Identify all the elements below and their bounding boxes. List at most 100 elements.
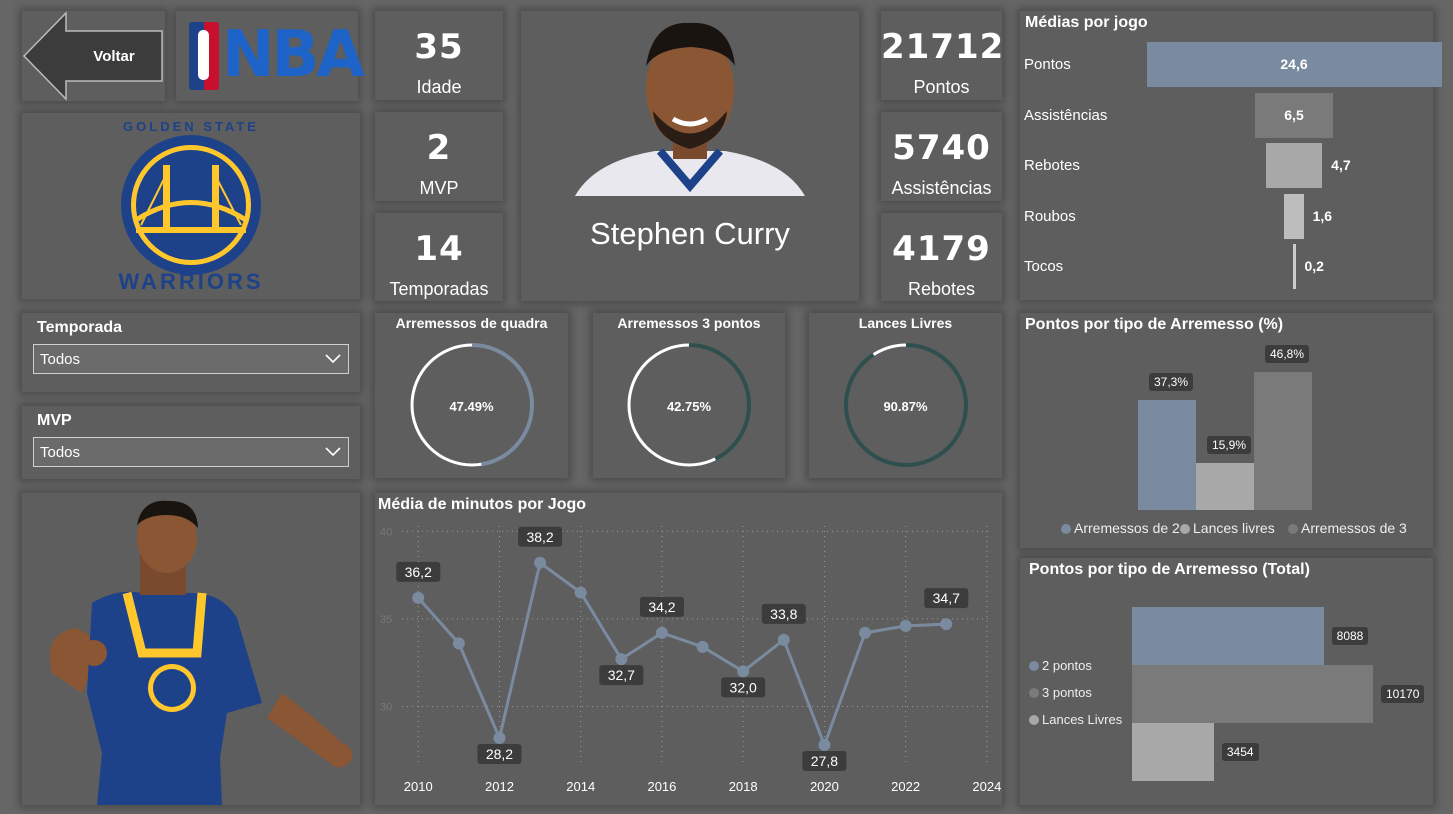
totals-legend-item-0: 2 pontos [1029, 658, 1092, 673]
mvp-filter-card: MVP Todos [22, 406, 360, 479]
kpi-rebounds-label: Rebotes [907, 279, 976, 299]
totals-legend-item-1: 3 pontos [1029, 685, 1092, 700]
gauge-field-goals-value: 47.49% [449, 399, 494, 414]
pct-legend-item-0: Arremessos de 2 [1061, 520, 1180, 536]
kpi-age-label: Idade [416, 77, 462, 97]
avg-label-3: Roubos [1024, 207, 1076, 225]
legend-label: Lances livres [1193, 520, 1275, 536]
kpi-points-label: Pontos [913, 77, 970, 97]
pct-bar-label-0: 37,3% [1149, 373, 1194, 391]
data-label: 27,8 [811, 753, 838, 769]
data-label: 34,7 [933, 590, 960, 606]
gauge-field-goals-title: Arremessos de quadra [395, 315, 548, 331]
kpi-assists-card: 5740 Assistências [881, 112, 1002, 201]
legend-label: Arremessos de 3 [1301, 520, 1407, 536]
data-point [655, 626, 668, 639]
legend-label: 2 pontos [1042, 658, 1092, 673]
kpi-points-card: 21712 Pontos [881, 11, 1005, 100]
kpi-mvp-card: 2 MVP [375, 112, 503, 201]
pct-bar-label-2: 46,8% [1265, 345, 1310, 363]
gauge-field-goals-card: Arremessos de quadra 47.49% [375, 313, 568, 478]
avg-bar-2 [1265, 143, 1323, 189]
averages-title: Médias por jogo [1025, 14, 1148, 31]
avg-value-4: 0,2 [1304, 258, 1324, 275]
avg-label-0: Pontos [1024, 56, 1071, 73]
legend-dot-icon [1029, 661, 1039, 671]
mvp-filter-value: Todos [40, 444, 81, 461]
gauge-three-pt-title: Arremessos 3 pontos [617, 315, 761, 331]
x-tick-label: 2016 [647, 779, 676, 794]
totals-legend-item-2: Lances Livres [1029, 712, 1122, 727]
totals-bar-1 [1132, 665, 1373, 723]
data-point [899, 619, 912, 632]
x-tick-label: 2014 [566, 779, 595, 794]
team-logo-top-text: GOLDEN STATE [123, 119, 259, 134]
legend-label: Arremessos de 2 [1074, 520, 1180, 536]
totals-bar-0 [1132, 607, 1324, 665]
totals-bar-label-0: 8088 [1331, 627, 1369, 645]
avg-bar-3 [1284, 193, 1304, 239]
kpi-mvp-value: 2 [426, 128, 452, 168]
kpi-assists-value: 5740 [892, 128, 991, 168]
legend-label: 3 pontos [1042, 685, 1092, 700]
kpi-rebounds-value: 4179 [892, 229, 991, 269]
pct-bar-0 [1138, 400, 1196, 510]
averages-card: Médias por jogo Pontos 24,6 Assistências 6,… [1020, 11, 1442, 300]
player-card: Stephen Curry [521, 11, 859, 301]
player-headshot [575, 22, 805, 196]
pct-legend-item-1: Lances livres [1180, 520, 1275, 536]
legend-dot-icon [1288, 524, 1298, 534]
data-point [452, 637, 465, 650]
data-point [818, 738, 831, 751]
season-filter-dropdown[interactable]: Todos [33, 344, 349, 374]
avg-value-3: 1,6 [1312, 207, 1333, 224]
data-label: 33,8 [770, 606, 797, 622]
x-tick-label: 2018 [729, 779, 758, 794]
x-tick-label: 2020 [810, 779, 839, 794]
gauge-free-throws-value: 90.87% [883, 399, 928, 414]
data-point [777, 633, 790, 646]
warriors-logo-icon [121, 135, 261, 275]
nba-logo-figure-icon [189, 22, 219, 90]
y-tick-label: 35 [380, 614, 392, 626]
data-label: 32,0 [730, 679, 757, 695]
mvp-filter-label: MVP [37, 412, 72, 429]
x-tick-label: 2010 [404, 779, 433, 794]
season-filter-value: Todos [40, 351, 81, 368]
kpi-age-card: 35 Idade [375, 11, 503, 100]
legend-dot-icon [1029, 688, 1039, 698]
season-filter-label: Temporada [37, 319, 123, 336]
data-label: 38,2 [526, 529, 553, 545]
data-point [940, 618, 953, 631]
season-filter-card: Temporada Todos [22, 313, 360, 392]
totals-bar-2 [1132, 723, 1214, 781]
kpi-seasons-value: 14 [414, 229, 464, 269]
y-tick-label: 30 [380, 701, 392, 713]
player-name: Stephen Curry [590, 216, 790, 251]
kpi-points-value: 21712 [881, 27, 1005, 67]
data-point [534, 556, 547, 569]
totals-chart-title: Pontos por tipo de Arremesso (Total) [1029, 561, 1310, 578]
gauge-free-throws-card: Lances Livres 90.87% [809, 313, 1002, 478]
legend-dot-icon [1029, 715, 1039, 725]
kpi-assists-label: Assistências [891, 178, 992, 198]
data-label: 28,2 [486, 746, 513, 762]
data-label: 36,2 [405, 564, 432, 580]
nba-logo: NBA [189, 18, 365, 92]
data-point [696, 640, 709, 653]
minutes-chart-card: Média de minutos por Jogo 30 35 40 2010 2012… [375, 493, 1002, 805]
gauge-three-pt-value: 42.75% [666, 399, 712, 414]
pct-bar-2 [1254, 372, 1312, 510]
data-point [493, 731, 506, 744]
back-button[interactable]: Voltar [66, 48, 162, 65]
mvp-filter-dropdown[interactable]: Todos [33, 437, 349, 467]
data-point [412, 591, 425, 604]
avg-value-2: 4,7 [1331, 157, 1351, 174]
x-tick-label: 2024 [972, 779, 1001, 794]
data-point [615, 653, 628, 666]
data-label: 34,2 [648, 599, 675, 615]
kpi-rebounds-card: 4179 Rebotes [881, 213, 1002, 301]
data-point [859, 626, 872, 639]
totals-bar-label-2: 3454 [1221, 743, 1259, 761]
avg-bar-4 [1292, 244, 1296, 290]
